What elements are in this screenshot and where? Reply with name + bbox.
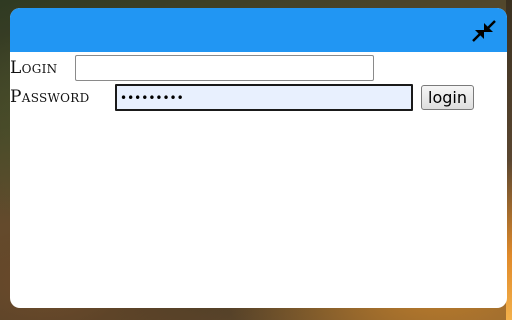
collapse-arrows-icon bbox=[472, 20, 496, 42]
password-row: Password login bbox=[10, 83, 474, 111]
login-label: Login bbox=[10, 58, 58, 78]
login-button[interactable]: login bbox=[421, 85, 474, 110]
dialog-titlebar bbox=[10, 8, 507, 52]
password-label: Password bbox=[10, 87, 90, 107]
login-field[interactable] bbox=[75, 55, 374, 81]
password-field[interactable] bbox=[115, 84, 413, 111]
collapse-button[interactable] bbox=[469, 17, 499, 45]
login-row: Login bbox=[10, 54, 374, 82]
login-dialog: Login Password login bbox=[10, 8, 507, 308]
